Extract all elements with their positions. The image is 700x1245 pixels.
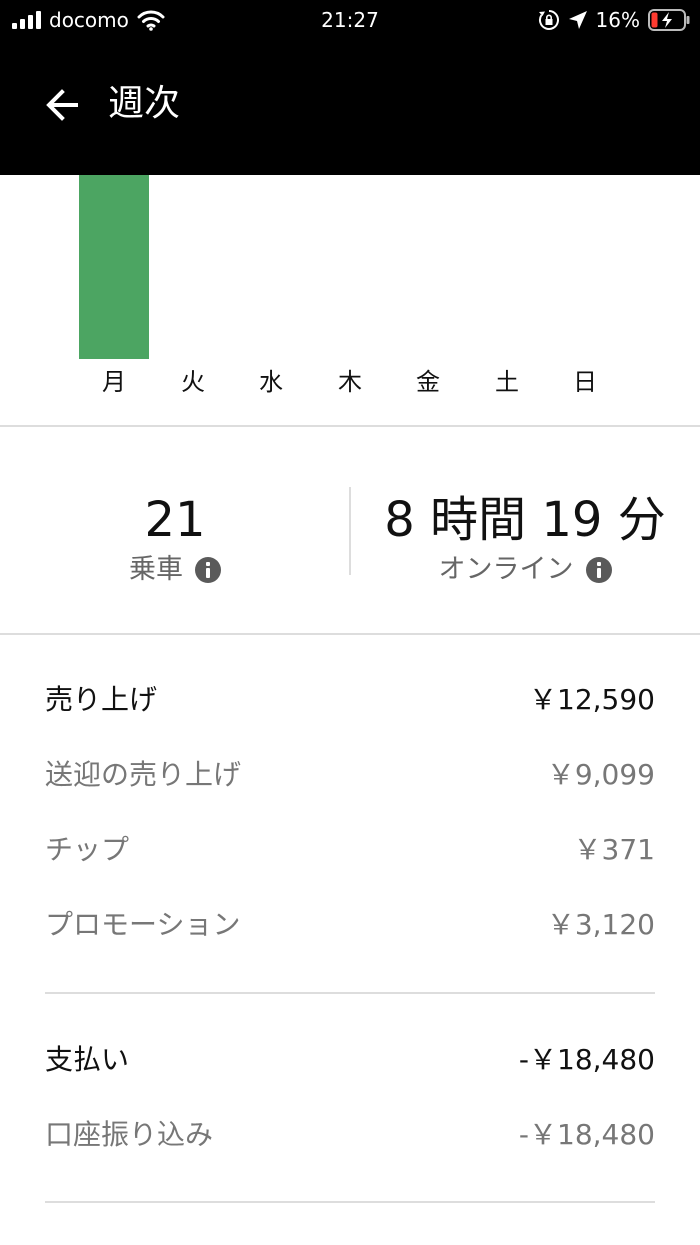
status-bar: docomo 21:27 16% [0, 0, 700, 40]
bar-0[interactable] [79, 175, 149, 359]
bank-transfer-label: 口座振り込み [45, 1118, 214, 1151]
status-right: 16% [538, 6, 690, 34]
weekly-earnings-chart: 月火水木金土日 [0, 175, 700, 425]
payouts-total-value: -￥18,480 [518, 1043, 655, 1076]
location-arrow-icon [568, 11, 587, 29]
battery-charging-icon [648, 9, 690, 31]
rides-label: 乗車 [129, 554, 183, 585]
fares-label: 送迎の売り上げ [45, 758, 242, 791]
promotions-row: プロモーション ￥3,120 [45, 903, 655, 947]
orientation-lock-icon [538, 10, 559, 30]
earnings-divider [45, 992, 655, 994]
day-label-3: 木 [338, 368, 362, 396]
app-header: 週次 [0, 40, 700, 175]
day-label-0: 月 [102, 368, 126, 396]
day-label-2: 水 [259, 368, 283, 396]
day-label-5: 土 [495, 368, 519, 396]
online-label-row: オンライン [370, 550, 680, 590]
tips-row: チップ ￥371 [45, 828, 655, 872]
earnings-total-row: 売り上げ ￥12,590 [45, 678, 655, 722]
chart-svg: 月火水木金土日 [79, 175, 597, 396]
info-icon[interactable] [195, 557, 221, 583]
promotions-label: プロモーション [45, 908, 241, 941]
payouts-total-row: 支払い -￥18,480 [45, 1038, 655, 1082]
rides-label-row: 乗車 [60, 550, 290, 590]
tips-value: ￥371 [573, 833, 655, 866]
fares-value: ￥9,099 [546, 758, 655, 791]
stats-divider-bottom [0, 633, 700, 635]
fares-row: 送迎の売り上げ ￥9,099 [45, 753, 655, 797]
bank-transfer-row: 口座振り込み -￥18,480 [45, 1113, 655, 1157]
battery-percent: 16% [595, 8, 640, 32]
payouts-total-label: 支払い [45, 1043, 130, 1076]
payouts-divider [45, 1201, 655, 1203]
chart-divider [0, 425, 700, 427]
stats-divider [349, 487, 351, 575]
rides-stat: 21 乗車 [60, 490, 290, 590]
day-label-1: 火 [181, 368, 205, 396]
earnings-total-label: 売り上げ [45, 683, 158, 716]
info-icon[interactable] [585, 557, 612, 583]
page-title: 週次 [108, 83, 181, 124]
earnings-total-value: ￥12,590 [529, 683, 655, 716]
online-time: 8 時間 19 分 [384, 492, 666, 548]
bank-transfer-value: -￥18,480 [518, 1118, 655, 1151]
promotions-value: ￥3,120 [546, 908, 655, 941]
rides-count: 21 [144, 492, 206, 548]
online-stat: 8 時間 19 分 オンライン [370, 490, 680, 590]
day-label-4: 金 [416, 368, 440, 396]
tips-label: チップ [45, 833, 130, 866]
day-label-6: 日 [573, 368, 597, 396]
arrow-left-icon [46, 89, 78, 121]
online-label: オンライン [438, 554, 574, 585]
back-button[interactable] [38, 80, 88, 130]
